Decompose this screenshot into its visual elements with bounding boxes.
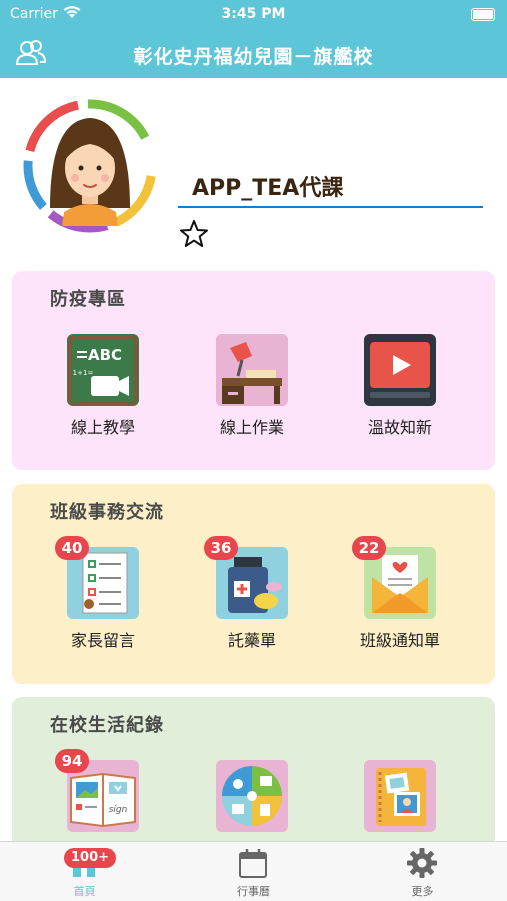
header-bar: 彰化史丹福幼兒園－旗艦校	[0, 28, 507, 78]
profile-switch-icon[interactable]	[14, 36, 48, 70]
online-teaching-button[interactable]: ABC 1+1= 線上教學	[33, 334, 173, 444]
page-title: 彰化史丹福幼兒園－旗艦校	[133, 46, 374, 68]
item-label: 溫故知新	[367, 418, 432, 437]
chalkboard-video-icon: ABC 1+1=	[67, 334, 139, 406]
tab-label: 更多	[411, 885, 434, 898]
battery-icon	[471, 8, 495, 21]
star-outline-icon[interactable]	[178, 218, 210, 250]
desk-lamp-icon	[216, 334, 288, 406]
unread-badge: 40	[55, 536, 89, 560]
photo-book-button[interactable]: sign 94	[33, 749, 173, 841]
status-time: 3:45 PM	[221, 6, 286, 22]
item-label: 班級通知單	[359, 631, 440, 650]
user-name: APP_TEA代課	[192, 176, 344, 201]
unread-badge: 94	[55, 749, 89, 773]
calendar-icon	[239, 849, 267, 878]
svg-text:ABC: ABC	[88, 346, 122, 364]
parent-message-button[interactable]: 40 家長留言	[33, 536, 173, 657]
photo-album-icon	[364, 760, 436, 832]
tab-bar: 100+ 首頁 行事曆 更多	[0, 841, 507, 901]
main-content[interactable]: APP_TEA代課 防疫專區 ABC 1+1= 線上教學 線上作業 溫故知新 班…	[0, 78, 507, 841]
activity-wheel-icon	[216, 760, 288, 832]
unread-badge: 22	[352, 536, 386, 560]
svg-text:1+1=: 1+1=	[73, 369, 94, 377]
section-epidemic: 防疫專區 ABC 1+1= 線上教學 線上作業 溫故知新	[12, 271, 495, 470]
profile-card: APP_TEA代課	[0, 78, 507, 268]
notification-badge: 100+	[64, 848, 117, 868]
status-bar: Carrier 3:45 PM	[0, 0, 507, 28]
online-homework-button[interactable]: 線上作業	[182, 334, 322, 444]
item-label: 線上教學	[70, 418, 135, 437]
unread-badge: 36	[204, 536, 238, 560]
gear-icon	[407, 848, 437, 878]
section-title: 在校生活紀錄	[50, 715, 164, 736]
tab-home[interactable]: 100+ 首頁	[0, 842, 169, 901]
avatar[interactable]	[20, 96, 160, 236]
section-title: 防疫專區	[50, 289, 126, 310]
section-school-life: 在校生活紀錄 sign 94	[12, 697, 495, 841]
name-underline	[178, 206, 483, 208]
item-label: 線上作業	[219, 418, 284, 437]
tab-label: 行事曆	[237, 885, 270, 898]
tab-calendar[interactable]: 行事曆	[169, 842, 338, 901]
tab-label: 首頁	[73, 885, 96, 898]
video-play-icon	[364, 334, 436, 406]
item-label: 託藥單	[227, 631, 276, 650]
activity-wheel-button[interactable]	[182, 760, 322, 841]
medicine-form-button[interactable]: 36 託藥單	[182, 536, 322, 657]
photo-album-button[interactable]	[330, 760, 470, 841]
review-button[interactable]: 溫故知新	[330, 334, 470, 444]
section-title: 班級事務交流	[50, 502, 164, 523]
svg-text:sign: sign	[109, 805, 128, 815]
item-label: 家長留言	[70, 631, 135, 650]
section-class-affairs: 班級事務交流 40 家長留言 36 託藥單 22 班級通知單	[12, 484, 495, 684]
class-notice-button[interactable]: 22 班級通知單	[330, 536, 470, 657]
tab-more[interactable]: 更多	[338, 842, 507, 901]
